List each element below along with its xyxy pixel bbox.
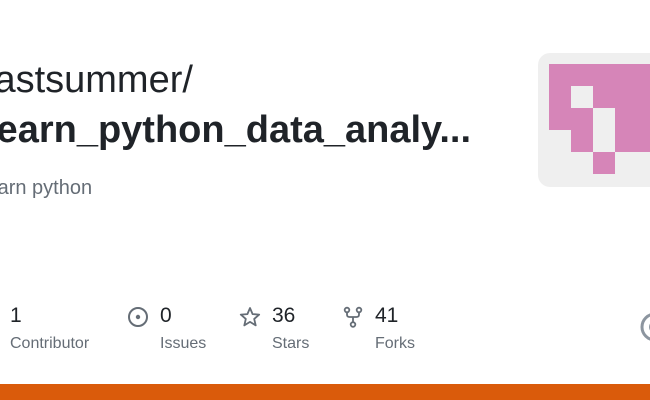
repo-social-card: lastsummer/ learn_python_data_analy... l… (0, 0, 650, 400)
repo-description: learn python (0, 177, 93, 199)
avatar-pixel (593, 152, 615, 174)
avatar-pixel (615, 130, 650, 152)
star-icon (239, 307, 261, 327)
stat-stars[interactable]: 36 Stars (239, 302, 329, 362)
avatar-pixel (593, 86, 650, 108)
stat-contributors[interactable]: 1 Contributor (10, 302, 120, 362)
issue-opened-icon (128, 307, 148, 327)
forks-count: 41 (375, 304, 399, 327)
contributors-count: 1 (10, 304, 22, 327)
repo-name: learn_python_data_analy... (0, 109, 472, 151)
forks-label: Forks (375, 335, 415, 352)
avatar-pixel (615, 108, 650, 130)
repo-owner: lastsummer/ (0, 59, 193, 101)
avatar-pixel (549, 108, 593, 130)
repo-forked-icon (343, 306, 363, 328)
language-color-bar (0, 384, 650, 400)
avatar-pixel (549, 64, 650, 86)
stars-label: Stars (272, 335, 310, 352)
avatar-pixel (549, 86, 571, 108)
stat-issues[interactable]: 0 Issues (127, 302, 227, 362)
owner-avatar (538, 53, 650, 187)
contributors-label: Contributor (10, 335, 90, 352)
stars-count: 36 (272, 304, 296, 327)
issues-label: Issues (160, 335, 207, 352)
github-mark-icon (640, 313, 650, 341)
stat-forks[interactable]: 41 Forks (342, 302, 432, 362)
issues-count: 0 (160, 304, 172, 327)
avatar-pixel (571, 130, 593, 152)
